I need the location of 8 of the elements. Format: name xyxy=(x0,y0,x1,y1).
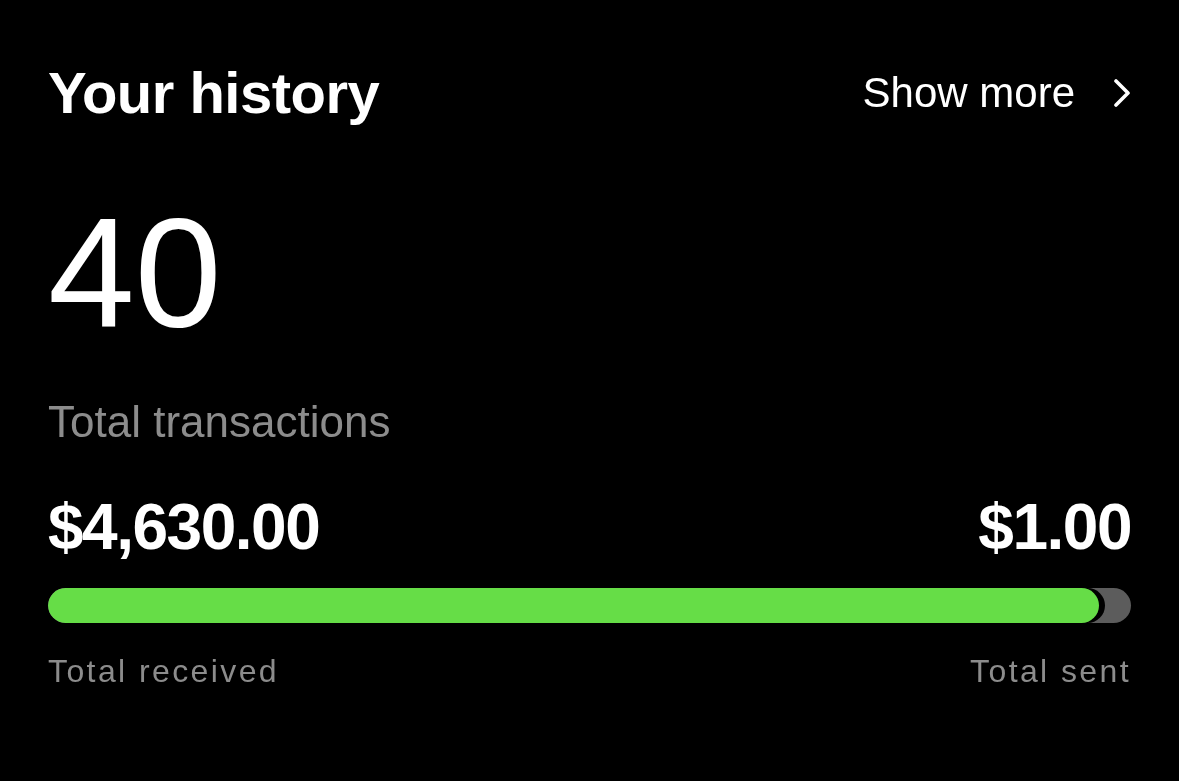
received-amount: $4,630.00 xyxy=(48,495,320,559)
received-label: Total received xyxy=(48,655,280,687)
show-more-link[interactable]: Show more xyxy=(862,72,1131,114)
sent-label: Total sent xyxy=(970,655,1131,687)
chevron-right-icon xyxy=(1113,79,1131,107)
transactions-label: Total transactions xyxy=(48,400,392,444)
sent-amount: $1.00 xyxy=(978,495,1131,559)
transaction-count: 40 xyxy=(48,194,223,350)
